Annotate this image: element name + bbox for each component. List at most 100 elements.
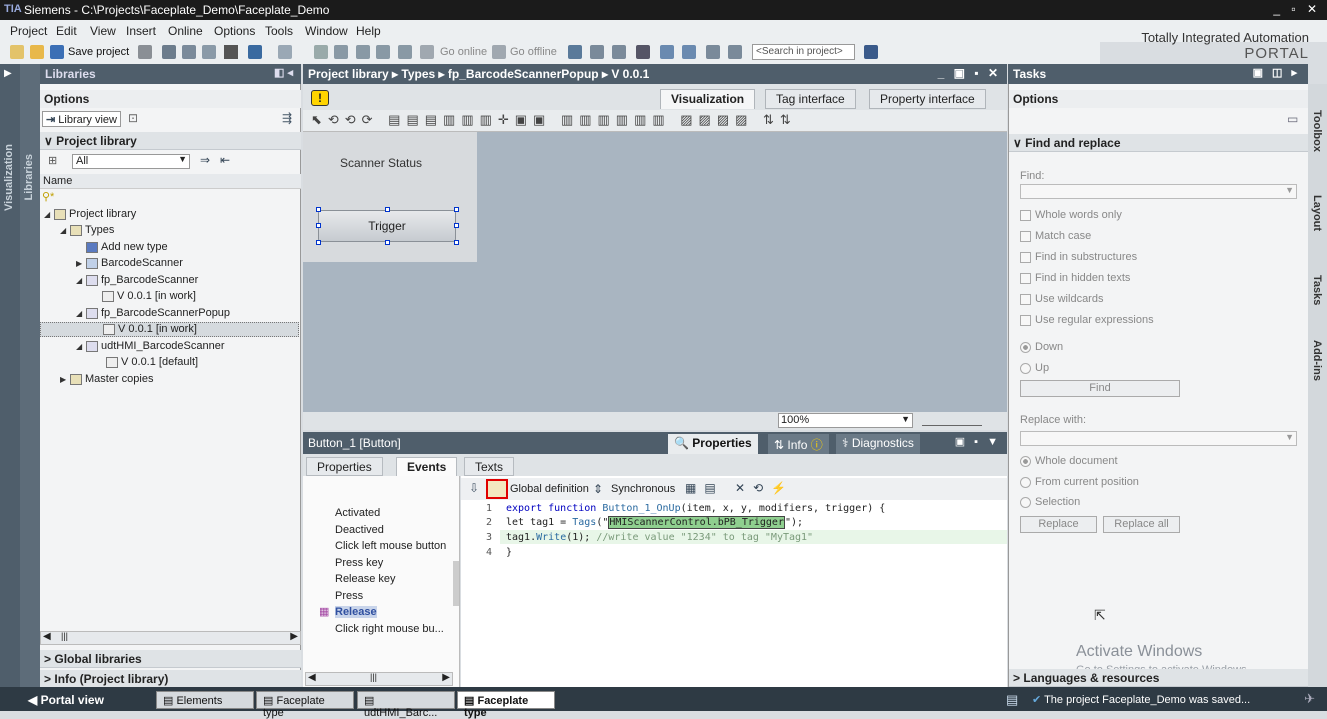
use-regex-checkbox[interactable]: Use regular expressions	[1020, 314, 1154, 326]
synchronous-icon[interactable]: ⇕	[593, 482, 603, 496]
scope-whole-document-radio[interactable]: Whole document	[1020, 455, 1118, 467]
expand-arrow-icon[interactable]: ▶	[4, 68, 12, 79]
use-wildcards-checkbox[interactable]: Use wildcards	[1020, 293, 1103, 305]
tab-visualization[interactable]: Visualization	[660, 89, 756, 109]
selection-handle[interactable]	[385, 207, 390, 212]
replace-button[interactable]: Replace	[1020, 516, 1097, 533]
selection-handle[interactable]	[316, 207, 321, 212]
tree-item-version-default[interactable]: V 0.0.1 [default]	[106, 356, 198, 368]
tree-item-master-copies[interactable]: ▶ Master copies	[60, 373, 153, 385]
selection-handle[interactable]	[454, 207, 459, 212]
replace-all-button[interactable]: Replace all	[1103, 516, 1180, 533]
menu-view[interactable]: View	[90, 24, 116, 38]
scroll-left-icon[interactable]: ◀	[308, 672, 316, 683]
project-library-section[interactable]: ∨ Project library	[40, 132, 301, 150]
selection-handle[interactable]	[316, 240, 321, 245]
accessible-devices-icon[interactable]	[568, 45, 582, 59]
new-project-icon[interactable]	[10, 45, 24, 59]
warning-icon[interactable]: !	[311, 90, 329, 106]
window-controls[interactable]: _ ▫ ✕	[1273, 2, 1321, 16]
find-hidden-texts-checkbox[interactable]: Find in hidden texts	[1020, 272, 1130, 284]
info-section[interactable]: > Info (Project library)	[40, 670, 301, 688]
menu-options[interactable]: Options	[214, 24, 255, 38]
selection-handle[interactable]	[385, 240, 390, 245]
selection-handle[interactable]	[454, 223, 459, 228]
go-offline-icon[interactable]	[492, 45, 506, 59]
match-case-checkbox[interactable]: Match case	[1020, 230, 1091, 242]
compile-icon[interactable]	[314, 45, 328, 59]
tasks-tab[interactable]: Tasks	[1311, 275, 1323, 305]
simulation-icon[interactable]	[376, 45, 390, 59]
event-release[interactable]: Release	[335, 606, 377, 618]
tree-item-project-library[interactable]: ◢ Project library	[44, 208, 136, 220]
synchronous-toggle[interactable]: Synchronous	[611, 483, 675, 495]
code-line-4[interactable]: }	[506, 547, 512, 558]
event-activated[interactable]: Activated	[335, 507, 380, 519]
binoculars-icon[interactable]	[864, 45, 878, 59]
event-release-key[interactable]: Release key	[335, 573, 396, 585]
status-icon[interactable]: ▤	[1006, 692, 1018, 708]
languages-resources-section[interactable]: > Languages & resources	[1009, 669, 1308, 687]
scope-selection-radio[interactable]: Selection	[1020, 496, 1080, 508]
alignment-tools-icon[interactable]: ⬉⟲⟲⟳ ▤▤▤▥▥▥✛▣▣ ▥▥▥▥▥▥ ▨▨▨▨ ⇅⇅	[311, 112, 797, 128]
split-horizontal-icon[interactable]	[660, 45, 674, 59]
task-options-icon[interactable]: ▭	[1287, 112, 1298, 126]
taskbar-tab-udthmi[interactable]: ▤ udtHMI_Barc...	[357, 691, 455, 719]
tab-diagnostics[interactable]: ⚕ Diagnostics	[836, 434, 920, 454]
tab-properties[interactable]: 🔍 Properties	[668, 434, 758, 454]
zoom-select[interactable]: 100% ▼	[778, 413, 913, 428]
taskbar-tab-faceplate-type-active[interactable]: ▤ Faceplate type	[457, 691, 555, 719]
name-column-header[interactable]: Name	[40, 174, 301, 189]
go-offline-button[interactable]: Go offline	[510, 46, 557, 58]
taskbar-tab-elements[interactable]: ▤ Elements	[156, 691, 254, 709]
paste-icon[interactable]	[202, 45, 216, 59]
maximize-area-icon[interactable]	[706, 45, 720, 59]
tree-item-types[interactable]: ◢ Types	[60, 224, 114, 236]
breadcrumb-item[interactable]: fp_BarcodeScannerPopup	[448, 67, 599, 81]
editor-window-controls[interactable]: _ ▣ ▪ ✕	[938, 66, 1001, 80]
redo-icon[interactable]	[278, 45, 292, 59]
event-press[interactable]: Press	[335, 590, 363, 602]
print-icon[interactable]	[138, 45, 152, 59]
save-project-button[interactable]: Save project	[68, 46, 129, 58]
toolbox-tab[interactable]: Toolbox	[1311, 110, 1323, 152]
trigger-button[interactable]: Trigger	[318, 210, 456, 242]
minimize-area-icon[interactable]	[728, 45, 742, 59]
selection-handle[interactable]	[316, 223, 321, 228]
search-in-project-input[interactable]: <Search in project>	[752, 44, 855, 60]
tree-item-udthmi-barcodescanner[interactable]: ◢ udtHMI_BarcodeScanner	[76, 340, 225, 352]
save-icon[interactable]	[50, 45, 64, 59]
tree-item-fp-barcodescanner[interactable]: ◢ fp_BarcodeScanner	[76, 274, 198, 286]
filter-row-icon[interactable]: ⚲*	[42, 190, 54, 203]
delete-icon[interactable]	[224, 45, 238, 59]
script-check-icon[interactable]: ⇩	[469, 481, 479, 495]
code-line-2[interactable]: let tag1 = Tags("HMIScannerControl.bPB_T…	[506, 516, 803, 529]
zoom-slider[interactable]	[922, 414, 982, 426]
event-click-left[interactable]: Click left mouse button	[335, 540, 446, 552]
global-libraries-section[interactable]: > Global libraries	[40, 650, 301, 668]
event-press-key[interactable]: Press key	[335, 557, 383, 569]
stop-cpu-icon[interactable]	[612, 45, 626, 59]
find-button[interactable]: Find	[1020, 380, 1180, 397]
portal-view-button[interactable]: ◀ Portal view	[28, 693, 104, 707]
taskbar-tab-faceplate-type[interactable]: ▤ Faceplate type	[256, 691, 354, 719]
visualization-tab-label[interactable]: Visualization	[3, 144, 15, 211]
direction-down-radio[interactable]: Down	[1020, 341, 1063, 353]
subtab-texts[interactable]: Texts	[464, 457, 515, 476]
splitter[interactable]	[453, 561, 459, 606]
filter-icon[interactable]: ⊞	[48, 154, 57, 167]
tree-item-barcodescanner[interactable]: ▶ BarcodeScanner	[76, 257, 183, 269]
tab-tag-interface[interactable]: Tag interface	[765, 89, 856, 109]
go-online-button[interactable]: Go online	[440, 46, 487, 58]
visualization-side-tab[interactable]: ▶ Visualization	[0, 64, 20, 687]
scope-current-position-radio[interactable]: From current position	[1020, 476, 1139, 488]
menu-window[interactable]: Window	[305, 24, 348, 38]
library-view-button[interactable]: ⇥ Library view	[42, 111, 121, 127]
download-icon[interactable]	[334, 45, 348, 59]
menu-help[interactable]: Help	[356, 24, 381, 38]
menu-project[interactable]: Project	[10, 24, 47, 38]
event-deactived[interactable]: Deactived	[335, 524, 384, 536]
upload-icon[interactable]	[356, 45, 370, 59]
library-settings-icon[interactable]: ⊡	[128, 111, 138, 125]
subtab-events[interactable]: Events	[396, 457, 458, 476]
